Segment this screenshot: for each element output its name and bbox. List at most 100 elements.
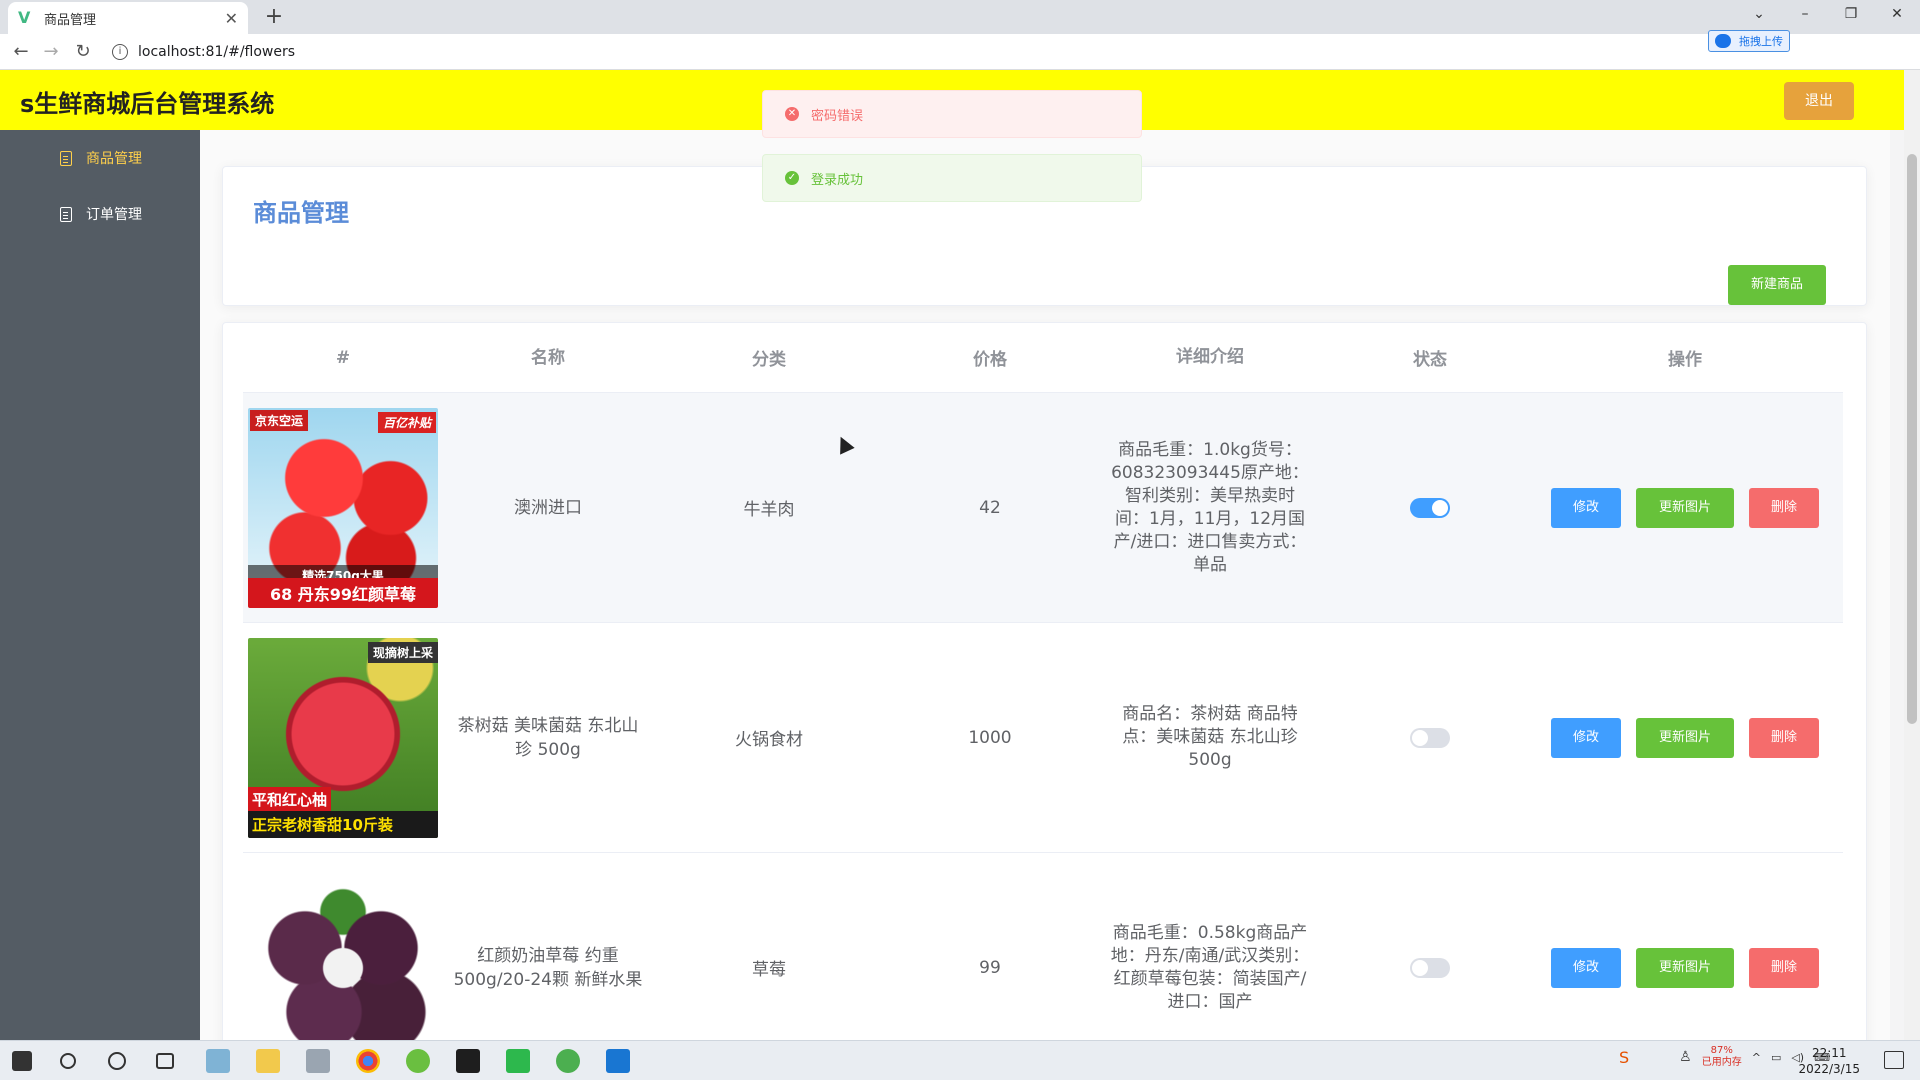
tray-expand-icon[interactable]: ^ [1752, 1051, 1761, 1064]
tab-search-icon[interactable]: ⌄ [1736, 0, 1782, 30]
document-icon [60, 150, 72, 166]
col-header-description: 详细介绍 [1176, 347, 1244, 367]
extension-label: 拖拽上传 [1739, 35, 1783, 48]
status-switch[interactable] [1410, 727, 1450, 748]
edit-button[interactable]: 修改 [1551, 717, 1621, 758]
update-image-button[interactable]: 更新图片 [1636, 947, 1734, 988]
product-name: 澳洲进口 [514, 497, 582, 518]
new-product-button[interactable]: 新建商品 [1728, 265, 1826, 305]
people-icon[interactable]: ♙ [1679, 1049, 1692, 1065]
forward-icon[interactable]: → [38, 40, 64, 66]
browser-tab-bar: V 商品管理 ✕ + ⌄ – ❐ ✕ [0, 0, 1920, 34]
page-scrollbar[interactable] [1904, 70, 1920, 1040]
update-image-button[interactable]: 更新图片 [1636, 717, 1734, 758]
sidebar-item-products[interactable]: 商品管理 [0, 130, 200, 186]
app-icon[interactable] [556, 1049, 580, 1073]
site-info-icon[interactable]: i [112, 44, 128, 60]
delete-button[interactable]: 删除 [1749, 487, 1819, 528]
error-toast: ✕ 密码错误 [762, 90, 1142, 138]
tray-app-icon[interactable]: S [1619, 1048, 1629, 1067]
product-image [248, 867, 438, 1040]
sidebar-item-orders[interactable]: 订单管理 [0, 186, 200, 242]
close-tab-icon[interactable]: ✕ [225, 9, 238, 28]
address-bar: ← → ↻ i localhost:81/#/flowers ➤ ☆ 更新 ⋮ [0, 34, 1920, 98]
os-taskbar: S ♙ 87% 已用内存 ^ ▭ ◁) ⌨ 22:11 2022/3/15 [0, 1040, 1920, 1080]
product-image: 现摘树上采 平和红心柚 正宗老树香甜10斤装 [248, 637, 438, 838]
delete-button[interactable]: 删除 [1749, 947, 1819, 988]
terminal-icon[interactable] [456, 1049, 480, 1073]
url-text: localhost:81/#/flowers [138, 44, 296, 60]
image-tag: 京东空运 [250, 409, 309, 431]
notification-icon[interactable] [1884, 1051, 1904, 1069]
col-header-price: 价格 [973, 350, 1007, 370]
tab-title: 商品管理 [44, 12, 97, 28]
image-tag: 正宗老树香甜10斤装 [248, 810, 438, 838]
window-controls: ⌄ – ❐ ✕ [1736, 0, 1920, 30]
status-switch[interactable] [1410, 957, 1450, 978]
reload-icon[interactable]: ↻ [70, 40, 96, 66]
delete-button[interactable]: 删除 [1749, 717, 1819, 758]
logout-button[interactable]: 退出 [1784, 82, 1854, 120]
brand-title: s生鲜商城后台管理系统 [20, 90, 275, 118]
task-view-icon[interactable] [156, 1053, 174, 1069]
update-image-button[interactable]: 更新图片 [1636, 487, 1734, 528]
file-explorer-icon[interactable] [256, 1049, 280, 1073]
back-icon[interactable]: ← [8, 40, 34, 66]
table-header: # 名称 分类 价格 详细介绍 状态 操作 [243, 323, 1843, 393]
error-circle-icon: ✕ [785, 107, 799, 121]
main-content: 商品管理 新建商品 # 名称 分类 价格 详细介绍 状态 操作 京东空运 百亿补… [200, 130, 1890, 1040]
memory-percent: 87% [1710, 1045, 1733, 1056]
product-name: 茶树菇 美味菌菇 东北山珍 500g [457, 715, 639, 760]
image-tag: 平和红心柚 [248, 786, 332, 812]
edit-button[interactable]: 修改 [1551, 947, 1621, 988]
product-price: 1000 [968, 727, 1012, 748]
page-title: 商品管理 [253, 199, 349, 227]
close-window-icon[interactable]: ✕ [1874, 0, 1920, 30]
url-field[interactable]: i localhost:81/#/flowers [112, 38, 1692, 66]
table-row: 红颜奶油草莓 约重500g/20-24颗 新鲜水果 草莓 99 商品毛重：0.5… [243, 853, 1843, 1040]
browser-tab[interactable]: V 商品管理 ✕ [8, 2, 248, 34]
windows-start-icon[interactable] [12, 1051, 32, 1071]
sidebar: 商品管理 订单管理 [0, 130, 200, 1040]
edit-button[interactable]: 修改 [1551, 487, 1621, 528]
app-icon[interactable] [606, 1049, 630, 1073]
network-icon[interactable]: ▭ [1771, 1051, 1781, 1064]
document-icon [60, 206, 72, 222]
product-name: 红颜奶油草莓 约重500g/20-24颗 新鲜水果 [453, 945, 643, 990]
product-category: 牛羊肉 [743, 500, 795, 520]
restore-icon[interactable]: ❐ [1828, 0, 1874, 30]
product-description: 商品名：茶树菇 商品特点：美味菌菇 东北山珍 500g [1122, 704, 1298, 770]
product-table: # 名称 分类 价格 详细介绍 状态 操作 京东空运 百亿补贴 精选750g大果 [243, 323, 1843, 1040]
app-icon[interactable] [206, 1049, 230, 1073]
upload-extension[interactable]: 拖拽上传 [1708, 30, 1790, 52]
image-tag: 百亿补贴 [377, 411, 436, 433]
app-icon[interactable] [306, 1049, 330, 1073]
scrollbar-thumb[interactable] [1907, 154, 1917, 724]
success-toast-text: 登录成功 [811, 172, 864, 188]
cloud-upload-icon [1715, 34, 1731, 48]
minimize-icon[interactable]: – [1782, 0, 1828, 30]
product-price: 42 [979, 497, 1001, 518]
product-category: 火锅食材 [735, 730, 803, 750]
product-description: 商品毛重：1.0kg货号：608323093445原产地：智利类别：美早热卖时间… [1111, 439, 1309, 575]
error-toast-text: 密码错误 [811, 108, 864, 124]
search-icon[interactable] [60, 1053, 76, 1069]
image-tag: 68 丹东99红颜草莓 [248, 577, 438, 608]
cortana-icon[interactable] [108, 1052, 126, 1070]
new-tab-button[interactable]: + [260, 4, 288, 32]
sidebar-item-label: 订单管理 [86, 207, 142, 223]
app-icon[interactable] [406, 1049, 430, 1073]
memory-indicator[interactable]: 87% 已用内存 [1702, 1045, 1742, 1069]
status-switch[interactable] [1410, 497, 1450, 518]
product-image: 京东空运 百亿补贴 精选750g大果 68 丹东99红颜草莓 [248, 407, 438, 608]
chrome-icon[interactable] [356, 1049, 380, 1073]
col-header-status: 状态 [1413, 350, 1447, 370]
clock[interactable]: 22:11 2022/3/15 [1798, 1045, 1860, 1077]
sidebar-item-label: 商品管理 [86, 151, 142, 167]
clock-time: 22:11 [1811, 1046, 1847, 1060]
hbuilder-icon[interactable] [506, 1049, 530, 1073]
image-tag: 现摘树上采 [367, 641, 438, 663]
app-window: s生鲜商城后台管理系统 退出 商品管理 订单管理 商品管理 新建商品 # 名称 … [0, 70, 1904, 1040]
col-header-category: 分类 [752, 350, 786, 370]
table-card: # 名称 分类 价格 详细介绍 状态 操作 京东空运 百亿补贴 精选750g大果 [222, 322, 1867, 1040]
